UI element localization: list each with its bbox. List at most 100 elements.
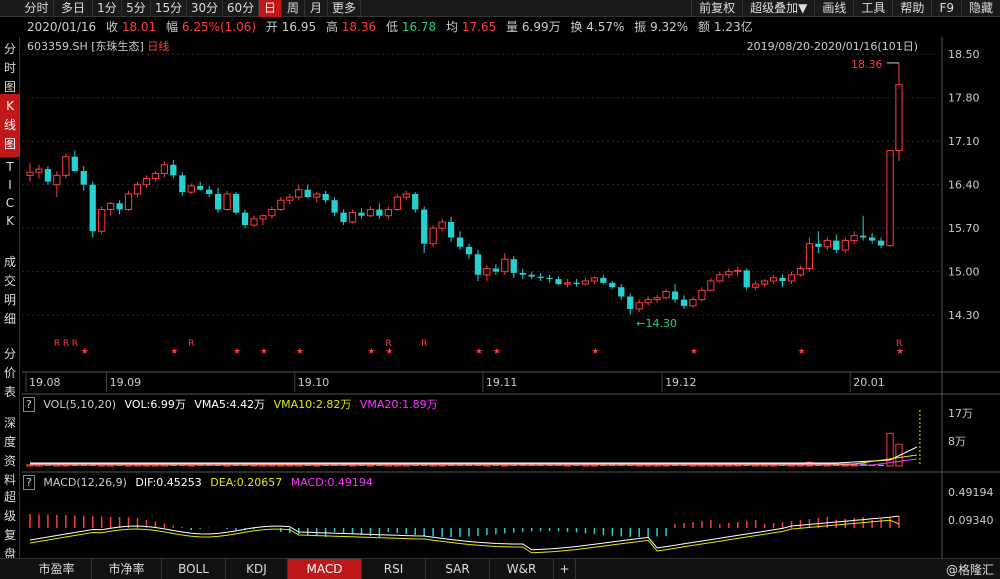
macd-params: MACD(12,26,9): [43, 476, 127, 489]
candle-up: [295, 189, 303, 198]
bottom-tab-1[interactable]: 市净率: [92, 559, 162, 579]
dif-line: [29, 515, 900, 551]
candle-up: [53, 174, 61, 186]
candle-up: [689, 299, 697, 307]
signal-marker: R: [421, 339, 427, 349]
candle-down: [241, 212, 249, 226]
candle-up: [886, 150, 894, 247]
vol-settings-icon[interactable]: ?: [23, 397, 35, 412]
add-tab-icon[interactable]: +: [554, 559, 576, 579]
candle-up: [653, 297, 661, 301]
bottom-tab-7[interactable]: W&R: [490, 559, 554, 579]
candle-up: [760, 280, 769, 285]
candle-up: [707, 280, 715, 291]
candle-up: [98, 209, 106, 232]
candle-down: [80, 171, 87, 185]
x-tick-label: 19.12: [665, 376, 697, 389]
bottom-tab-5[interactable]: RSI: [362, 559, 426, 579]
x-tick-label: 19.08: [29, 376, 61, 389]
max-price-annotation: 18.36: [851, 58, 883, 71]
vma20-label: VMA20:1.89万: [359, 398, 438, 411]
candle-up: [662, 291, 670, 299]
bottom-tab-4[interactable]: MACD: [288, 559, 362, 579]
candle-up: [313, 193, 321, 198]
signal-marker: R: [54, 339, 60, 349]
candle-up: [501, 258, 509, 273]
signal-marker: ★: [690, 347, 698, 357]
price-tick-label: 17.80: [948, 92, 980, 105]
vol-params: VOL(5,10,20): [43, 398, 117, 411]
signal-marker: R: [72, 339, 78, 349]
candle-up: [348, 212, 357, 223]
candle-down: [609, 282, 616, 288]
candle-down: [304, 189, 311, 198]
candle-down: [573, 282, 580, 285]
signal-marker: ★: [367, 347, 375, 357]
candle-up: [841, 240, 849, 251]
candle-up: [142, 177, 151, 186]
volume-bar: [886, 432, 894, 467]
candle-up: [581, 280, 590, 285]
chart-canvas[interactable]: 18.50 17.80 17.10 16.40 15.70 15.00 14.30 18.36…: [0, 0, 1000, 558]
candle-up: [26, 171, 34, 176]
candle-up: [429, 227, 437, 245]
candle-up: [35, 168, 43, 173]
x-tick-label: 20.01: [853, 376, 885, 389]
vol-header: ? VOL(5,10,20) VOL:6.99万 VMA5:4.42万 VMA1…: [23, 396, 443, 412]
macd-settings-icon[interactable]: ?: [23, 475, 35, 490]
candle-up: [259, 215, 267, 220]
candle-up: [823, 240, 831, 248]
signal-marker: ★: [260, 347, 268, 357]
macd-tick-label: 0.09340: [948, 514, 994, 527]
candle-down: [860, 235, 867, 238]
candle-down: [421, 209, 428, 244]
signal-marker: ★: [170, 347, 178, 357]
candle-down: [492, 268, 499, 272]
price-tick-label: 14.30: [948, 309, 980, 322]
candle-down: [815, 243, 822, 247]
candle-down: [447, 221, 455, 238]
candle-up: [393, 196, 401, 211]
candle-up: [106, 202, 115, 211]
candle-down: [116, 203, 123, 210]
candle-up: [635, 302, 643, 310]
candle-up: [286, 196, 294, 201]
vol-tick-label: 17万: [948, 407, 973, 420]
bottom-tab-3[interactable]: KDJ: [226, 559, 288, 579]
signal-marker: ★: [493, 347, 501, 357]
candle-up: [151, 172, 160, 179]
candle-down: [528, 274, 535, 277]
candle-down: [322, 194, 329, 201]
signal-marker: ★: [233, 347, 241, 357]
bottom-tab-2[interactable]: BOLL: [162, 559, 226, 579]
signal-marker: ★: [475, 347, 483, 357]
candle-up: [725, 271, 733, 276]
signal-marker: R: [63, 339, 69, 349]
candle-up: [124, 193, 133, 211]
signal-marker: R: [188, 339, 194, 349]
signal-marker: ★: [385, 347, 393, 357]
candle-up: [752, 283, 760, 288]
candle-down: [868, 237, 876, 241]
signal-marker: ★: [81, 347, 89, 357]
bottom-tab-6[interactable]: SAR: [426, 559, 490, 579]
candle-up: [384, 209, 392, 217]
vol-tick-label: 8万: [948, 435, 966, 448]
candle-down: [44, 169, 52, 182]
x-tick-label: 19.11: [486, 376, 518, 389]
dea-line: [29, 519, 900, 554]
candle-down: [214, 194, 222, 210]
bottom-tab-0[interactable]: 市盈率: [22, 559, 92, 579]
candle-up: [644, 299, 652, 304]
candle-down: [456, 237, 464, 247]
candle-up: [734, 269, 742, 273]
candle-up: [698, 289, 706, 301]
candle-up: [187, 185, 195, 193]
macd-tick-label: 0.49194: [948, 486, 994, 499]
candle-down: [170, 164, 177, 176]
candle-down: [358, 212, 365, 216]
candle-down: [519, 272, 526, 275]
candle-down: [474, 254, 482, 275]
candle-down: [197, 185, 204, 190]
candle-down: [833, 240, 840, 250]
